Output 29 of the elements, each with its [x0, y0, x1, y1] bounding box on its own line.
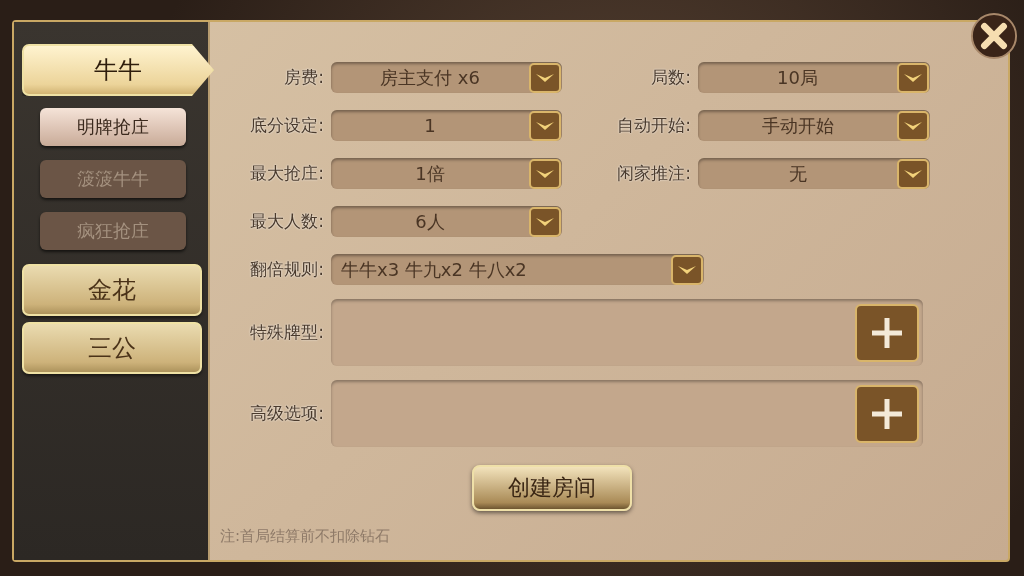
field-label: 房费: — [283, 66, 324, 89]
close-icon[interactable] — [970, 12, 1018, 60]
dropdown[interactable]: 10局 — [698, 62, 930, 93]
mode-tab[interactable]: 疯狂抢庄 — [40, 212, 186, 250]
note-text: 注:首局结算前不扣除钻石 — [220, 527, 392, 546]
create-room-button[interactable]: 创建房间 — [472, 465, 632, 511]
field-label: 高级选项: — [249, 402, 324, 425]
game-tab[interactable]: 金花 — [22, 264, 202, 316]
field-label: 底分设定: — [249, 114, 324, 137]
field-label: 闲家推注: — [616, 162, 691, 185]
field-label: 特殊牌型: — [249, 321, 324, 344]
dropdown[interactable]: 1 — [331, 110, 562, 141]
dropdown[interactable]: 无 — [698, 158, 930, 189]
field-label: 翻倍规则: — [249, 258, 324, 281]
mode-tab[interactable]: 明牌抢庄 — [40, 108, 186, 146]
game-tab[interactable]: 牛牛 — [22, 44, 214, 96]
dropdown[interactable]: 房主支付 x6 — [331, 62, 562, 93]
dropdown[interactable]: 牛牛x3 牛九x2 牛八x2 — [331, 254, 704, 285]
dropdown[interactable]: 6人 — [331, 206, 562, 237]
field-label: 自动开始: — [616, 114, 691, 137]
field-label: 最大抢庄: — [249, 162, 324, 185]
game-tab[interactable]: 三公 — [22, 322, 202, 374]
field-label: 局数: — [650, 66, 691, 89]
dropdown[interactable]: 手动开始 — [698, 110, 930, 141]
plus-icon[interactable] — [855, 303, 919, 362]
dropdown[interactable]: 1倍 — [331, 158, 562, 189]
field-label: 最大人数: — [249, 210, 324, 233]
mode-tab[interactable]: 箥箥牛牛 — [40, 160, 186, 198]
plus-icon[interactable] — [855, 384, 919, 443]
